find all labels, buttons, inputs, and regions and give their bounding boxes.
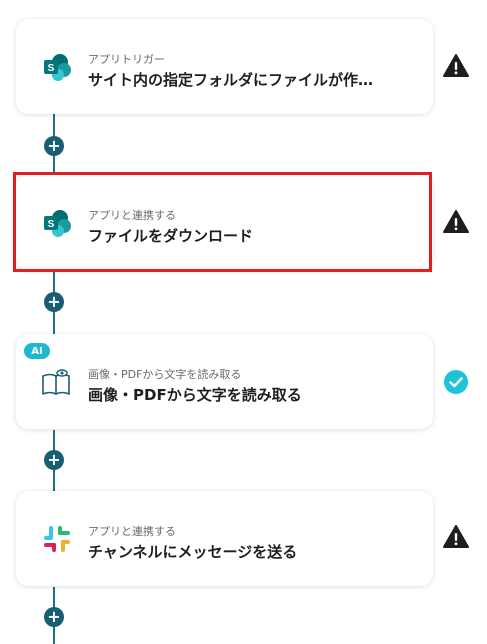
step-title: チャンネルにメッセージを送る bbox=[88, 543, 298, 561]
step-subtitle: アプリと連携する bbox=[88, 525, 176, 538]
check-icon bbox=[444, 370, 468, 394]
step-card-trigger[interactable]: S アプリトリガー サイト内の指定フォルダにファイルが作… bbox=[16, 19, 433, 114]
step-title: サイト内の指定フォルダにファイルが作… bbox=[88, 71, 374, 89]
warning-icon bbox=[443, 210, 469, 233]
add-step-button[interactable]: + bbox=[44, 607, 64, 627]
add-step-button[interactable]: + bbox=[44, 450, 64, 470]
add-step-button[interactable]: + bbox=[44, 292, 64, 312]
step-card-ocr[interactable]: 画像・PDFから文字を読み取る 画像・PDFから文字を読み取る bbox=[16, 334, 433, 429]
add-step-button[interactable]: + bbox=[44, 136, 64, 156]
ai-badge: AI bbox=[24, 343, 50, 359]
selection-highlight bbox=[13, 172, 432, 272]
step-subtitle: 画像・PDFから文字を読み取る bbox=[88, 368, 242, 381]
sharepoint-icon: S bbox=[44, 54, 71, 81]
slack-icon bbox=[44, 526, 70, 552]
warning-icon bbox=[443, 54, 469, 77]
svg-text:S: S bbox=[48, 63, 55, 74]
step-card-slack[interactable]: アプリと連携する チャンネルにメッセージを送る bbox=[16, 491, 433, 586]
step-title: 画像・PDFから文字を読み取る bbox=[88, 386, 302, 404]
warning-icon bbox=[443, 525, 469, 548]
ocr-book-icon bbox=[42, 369, 70, 395]
step-subtitle: アプリトリガー bbox=[88, 53, 165, 66]
